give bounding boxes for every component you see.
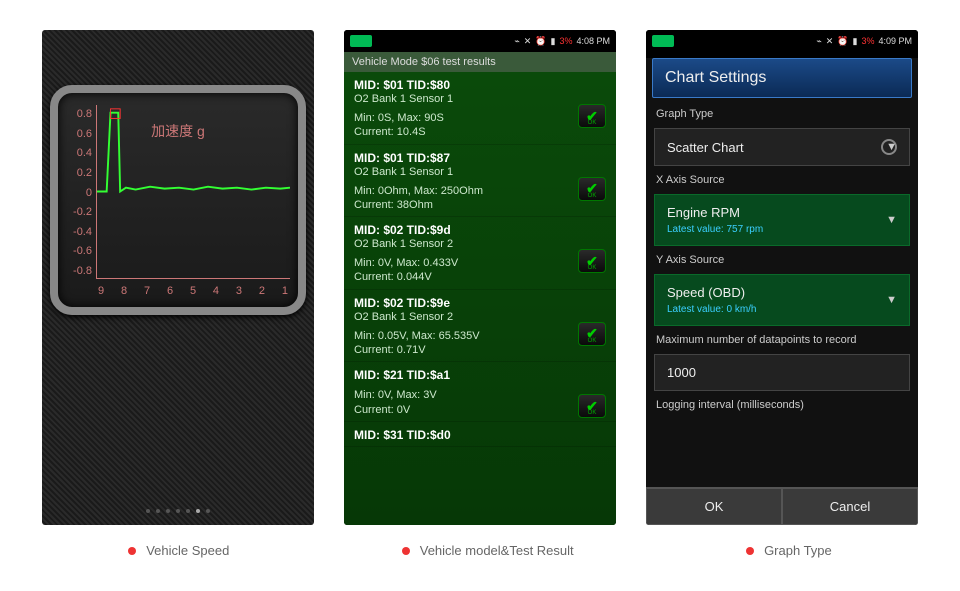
cancel-button[interactable]: Cancel	[782, 488, 918, 525]
signal-icon: ▮	[551, 36, 556, 47]
gauge-x-axis: 9 8 7 6 5 4 3 2 1	[98, 285, 288, 297]
status-ok-badge: ✔OK	[578, 249, 606, 273]
list-item[interactable]: MID: $02 TID:$9e O2 Bank 1 Sensor 2 Min:…	[344, 290, 616, 363]
bullet-icon	[128, 547, 136, 555]
graph-type-dropdown[interactable]: Scatter Chart ▼	[654, 128, 910, 166]
clock: 4:08 PM	[576, 36, 610, 46]
chevron-down-icon: ▼	[886, 141, 897, 153]
phone-chart-settings: ⌁ ✕ ⏰ ▮ 3% 4:09 PM Chart Settings Graph …	[646, 30, 918, 525]
status-bar: ⌁ ✕ ⏰ ▮ 3% 4:08 PM	[344, 30, 616, 52]
ok-button[interactable]: OK	[646, 488, 782, 525]
status-ok-badge: ✔OK	[578, 104, 606, 128]
max-datapoints-label: Maximum number of datapoints to record	[646, 330, 918, 350]
interval-label: Logging interval (milliseconds)	[646, 395, 918, 415]
list-item[interactable]: MID: $02 TID:$9d O2 Bank 1 Sensor 2 Min:…	[344, 217, 616, 290]
screen-title: Vehicle Mode $06 test results	[344, 52, 616, 72]
page-indicator[interactable]	[42, 509, 314, 513]
signal-icon: ▮	[853, 36, 858, 47]
list-item[interactable]: MID: $01 TID:$80 O2 Bank 1 Sensor 1 Min:…	[344, 72, 616, 145]
mute-icon: ✕	[826, 36, 834, 47]
chevron-down-icon: ▼	[886, 214, 897, 226]
alarm-icon: ⏰	[535, 36, 546, 47]
phone-vehicle-speed: 加速度 g 0.8 0.6 0.4 0.2 0 -0.2 -0.4 -0.6 -…	[42, 30, 314, 525]
status-ok-badge: ✔OK	[578, 394, 606, 418]
status-ok-badge: ✔OK	[578, 322, 606, 346]
clock: 4:09 PM	[878, 36, 912, 46]
y-axis-dropdown[interactable]: Speed (OBD) Latest value: 0 km/h ▼	[654, 274, 910, 326]
mute-icon: ✕	[524, 36, 532, 47]
list-item[interactable]: MID: $31 TID:$d0	[344, 422, 616, 447]
gauge-plot	[96, 105, 290, 279]
caption-3: Graph Type	[764, 543, 832, 558]
gauge-y-axis: 0.8 0.6 0.4 0.2 0 -0.2 -0.4 -0.6 -0.8	[64, 108, 92, 277]
bullet-icon	[746, 547, 754, 555]
graph-type-label: Graph Type	[646, 104, 918, 124]
obd-icon	[350, 35, 372, 47]
status-ok-badge: ✔OK	[578, 177, 606, 201]
caption-2: Vehicle model&Test Result	[420, 543, 574, 558]
obd-icon	[652, 35, 674, 47]
caption-1: Vehicle Speed	[146, 543, 229, 558]
list-item[interactable]: MID: $21 TID:$a1 Min: 0V, Max: 3V Curren…	[344, 362, 616, 422]
x-axis-label: X Axis Source	[646, 170, 918, 190]
x-axis-dropdown[interactable]: Engine RPM Latest value: 757 rpm ▼	[654, 194, 910, 246]
bluetooth-icon: ⌁	[816, 36, 821, 47]
bullet-icon	[402, 547, 410, 555]
battery-indicator: 3%	[861, 36, 874, 46]
test-results-list[interactable]: MID: $01 TID:$80 O2 Bank 1 Sensor 1 Min:…	[344, 72, 616, 525]
status-bar: ⌁ ✕ ⏰ ▮ 3% 4:09 PM	[646, 30, 918, 52]
bluetooth-icon: ⌁	[514, 36, 519, 47]
y-axis-label: Y Axis Source	[646, 250, 918, 270]
phone-test-results: ⌁ ✕ ⏰ ▮ 3% 4:08 PM Vehicle Mode $06 test…	[344, 30, 616, 525]
acceleration-gauge: 加速度 g 0.8 0.6 0.4 0.2 0 -0.2 -0.4 -0.6 -…	[50, 85, 306, 315]
alarm-icon: ⏰	[837, 36, 848, 47]
chevron-down-icon: ▼	[886, 294, 897, 306]
captions-row: Vehicle Speed Vehicle model&Test Result …	[0, 525, 960, 558]
battery-indicator: 3%	[559, 36, 572, 46]
dialog-title: Chart Settings	[652, 58, 912, 98]
list-item[interactable]: MID: $01 TID:$87 O2 Bank 1 Sensor 1 Min:…	[344, 145, 616, 218]
max-datapoints-input[interactable]: 1000	[654, 354, 910, 391]
